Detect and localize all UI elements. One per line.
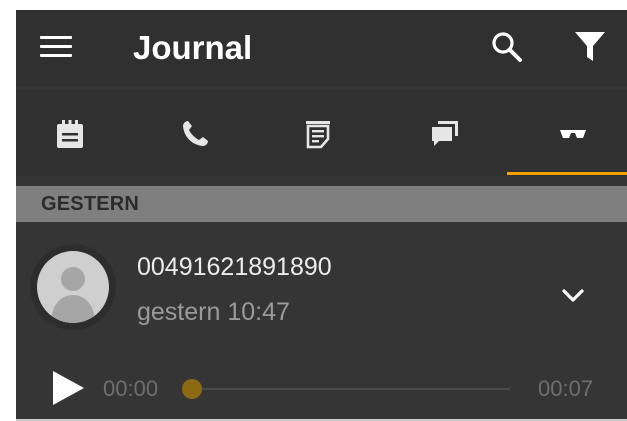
playback-duration: 00:07 [538,376,594,401]
playback-track[interactable] [186,388,510,390]
playback-slider-thumb[interactable] [182,379,202,399]
menu-icon[interactable] [40,36,72,58]
app-window: Journal GESTERN 00491621891890 gestern 1… [16,10,627,421]
calendar-icon [57,120,83,148]
avatar-icon [37,251,109,323]
tab-calls[interactable] [138,90,260,176]
tab-messages[interactable] [382,90,504,176]
tab-indicator [507,172,627,175]
filter-icon[interactable] [574,30,606,64]
chat-icon [432,121,458,146]
top-app-bar: Journal [16,10,627,86]
chevron-down-icon[interactable] [560,286,586,306]
voicemail-icon [560,130,586,138]
section-header: GESTERN [16,186,627,222]
caller-number: 00491621891890 [137,253,332,281]
playback-start-time: 00:00 [103,376,159,401]
tab-bar [16,90,627,176]
tab-notes[interactable] [260,90,382,176]
phone-icon [183,121,208,146]
journal-entry[interactable]: 00491621891890 gestern 10:47 00:00 00:07 [16,224,627,421]
tab-voicemail[interactable] [504,90,626,176]
voicemail-player: 00:00 00:07 [16,364,627,414]
tab-calendar[interactable] [16,90,138,176]
section-label: GESTERN [41,193,140,215]
page-title: Journal [133,29,253,66]
note-icon [306,121,330,149]
search-icon[interactable] [490,30,524,64]
play-icon[interactable] [50,370,86,406]
call-time: gestern 10:47 [137,298,290,326]
